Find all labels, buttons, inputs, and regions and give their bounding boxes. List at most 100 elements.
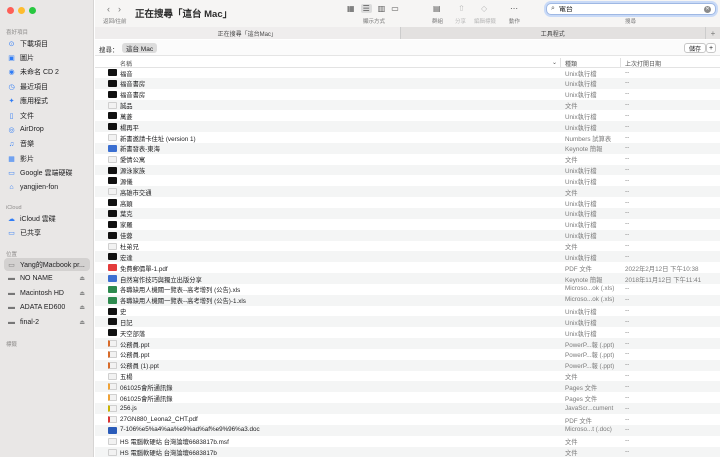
table-row[interactable]: 福音書房 Unix執行檔 --	[95, 77, 720, 89]
close-window-button[interactable]	[7, 7, 14, 14]
table-row[interactable]: 楊再平 Unix執行檔 --	[95, 121, 720, 133]
sidebar-item[interactable]: ▦ 影片	[4, 152, 90, 165]
file-name: 福音	[120, 70, 133, 78]
table-row[interactable]: 福音 Unix執行檔 --	[95, 67, 720, 78]
forward-arrow-icon[interactable]: ›	[118, 4, 129, 14]
table-row[interactable]: 五楊 文件 --	[95, 371, 720, 382]
sidebar-item[interactable]: ▬ ADATA ED600 ⏏	[4, 301, 90, 314]
sidebar-item[interactable]: ⌂ yangjien-fon	[4, 181, 90, 194]
file-date: --	[625, 317, 630, 325]
table-row[interactable]: 愛情公寓 文件 --	[95, 154, 720, 165]
table-row[interactable]: 新書發表-東海 Keynote 簡報 --	[95, 142, 720, 154]
sidebar-item[interactable]: ▬ final-2 ⏏	[4, 316, 90, 329]
table-row[interactable]: 史 Unix執行檔 --	[95, 306, 720, 317]
sidebar-item[interactable]: ▯ 文件	[4, 109, 90, 122]
file-icon	[108, 350, 117, 358]
file-kind: Unix執行檔	[565, 200, 597, 208]
file-date: --	[625, 220, 630, 228]
table-row[interactable]: 葉克 Unix執行檔 --	[95, 207, 720, 219]
file-icon	[108, 101, 117, 109]
file-kind: Pages 文件	[565, 384, 598, 392]
tags-button[interactable]: ◇	[481, 4, 487, 13]
file-kind: Microso...ok (.xls)	[565, 285, 615, 293]
table-row[interactable]: 自然寫作技巧與獨立出版分享 Keynote 簡報 2018年11月12日 下午11:…	[95, 273, 720, 284]
sidebar-item[interactable]: ▬ Macintosh HD ⏏	[4, 287, 90, 300]
table-row[interactable]: 源泳家族 Unix執行檔 --	[95, 164, 720, 176]
scope-this-mac-button[interactable]: 這台 Mac	[122, 43, 158, 53]
action-button[interactable]: ⋯	[510, 4, 518, 13]
file-icon	[108, 90, 117, 98]
table-row[interactable]: 福音書房 Unix執行檔 --	[95, 89, 720, 100]
file-date: 2018年11月12日 下午11:41	[625, 276, 702, 284]
back-arrow-icon[interactable]: ‹	[107, 4, 118, 14]
eject-icon[interactable]: ⏏	[79, 304, 85, 311]
add-criteria-button[interactable]: +	[706, 43, 716, 53]
table-row[interactable]: 源儀 Unix執行檔 --	[95, 175, 720, 186]
eject-icon[interactable]: ⏏	[79, 319, 85, 326]
sidebar-item[interactable]: ▬ NO NAME ⏏	[4, 272, 90, 285]
save-search-button[interactable]: 儲存	[684, 43, 707, 53]
tab-search[interactable]: 正在搜尋「這台Mac」	[95, 27, 401, 39]
sidebar-item[interactable]: ◉ 未命名 CD 2	[4, 66, 90, 79]
table-row[interactable]: 免費郵價單-1.pdf PDF 文件 2022年2月12日 下午10:38	[95, 262, 720, 273]
file-icon	[108, 340, 117, 348]
file-name: HS 電腦軟硬站 台灣論壇6683817b.msf	[120, 439, 229, 447]
sidebar-item[interactable]: ⊙ 下載項目	[4, 37, 90, 50]
table-row[interactable]: 各職缺用人機關一覽表--高考增列 (公告).xls Microso...ok (.…	[95, 284, 720, 295]
sidebar-item[interactable]: ☁ iCloud 雲碟	[4, 212, 90, 225]
table-row[interactable]: 高穎 Unix執行檔 --	[95, 197, 720, 208]
sidebar-item[interactable]: ◷ 最近項目	[4, 80, 90, 93]
sidebar-item[interactable]: ✦ 應用程式	[4, 95, 90, 108]
new-tab-icon[interactable]: +	[706, 27, 720, 39]
table-row[interactable]: 天空部落 Unix執行檔 --	[95, 327, 720, 338]
table-row[interactable]: 061025會所通訊錄 Pages 文件 --	[95, 381, 720, 393]
zoom-window-button[interactable]	[29, 7, 36, 14]
table-row[interactable]: 新書邀請卡住址 (version 1) Numbers 試算表 --	[95, 132, 720, 143]
recents-icon: ◷	[8, 83, 15, 91]
sidebar-item[interactable]: ▭ 已共享	[4, 226, 90, 239]
table-row[interactable]: HS 電腦軟硬站 台灣論壇6683817b 文件 --	[95, 446, 720, 457]
list-view-icon[interactable]: ☰	[360, 4, 372, 13]
search-scope-bar: 搜尋： 這台 Mac 儲存 +	[95, 40, 720, 56]
eject-icon[interactable]: ⏏	[79, 290, 85, 297]
file-date: --	[625, 404, 630, 412]
table-row[interactable]: 27GN880_Leona2_CHT.pdf PDF 文件 --	[95, 414, 720, 425]
sidebar: 喜好項目 ⊙ 下載項目 ▣ 圖片 ◉ 未命名 CD 2 ◷ 最近項目 ✦ 應用程式 ▯ 文件 ◎ AirD…	[0, 0, 94, 457]
table-row[interactable]: 日記 Unix執行檔 --	[95, 316, 720, 328]
table-row[interactable]: 061025會所通訊錄 Pages 文件 --	[95, 392, 720, 403]
sort-chevron-icon[interactable]: ⌄	[552, 59, 557, 66]
table-row[interactable]: 杜弟兄 文件 --	[95, 241, 720, 252]
search-field[interactable]: ⌕ ✕	[546, 3, 716, 15]
table-row[interactable]: 誠品 文件 --	[95, 99, 720, 111]
share-button[interactable]: ⇧	[458, 4, 465, 13]
sidebar-item[interactable]: ▣ 圖片	[4, 51, 90, 64]
table-row[interactable]: 家羅 Unix執行檔 --	[95, 219, 720, 230]
clear-search-icon[interactable]: ✕	[704, 5, 711, 13]
table-row[interactable]: 公務員.ppt PowerP...報 (.ppt) --	[95, 338, 720, 349]
table-row[interactable]: 7-106%e5%a4%aa%e9%ad%af%e9%96%a3.doc Micr…	[95, 424, 720, 436]
file-kind: Unix執行檔	[565, 309, 597, 317]
table-row[interactable]: 公務員 (1).ppt PowerP...報 (.ppt) --	[95, 359, 720, 371]
icon-view-icon[interactable]: ▦	[347, 4, 355, 13]
table-row[interactable]: 各職缺用人機關一覽表--高考增列 (公告)-1.xls Microso...ok …	[95, 294, 720, 306]
sidebar-item[interactable]: ♫ 音樂	[4, 138, 90, 151]
eject-icon[interactable]: ⏏	[79, 275, 85, 282]
table-row[interactable]: 256.js JavaScr...cument --	[95, 403, 720, 414]
group-button[interactable]: ▤	[433, 4, 441, 13]
table-row[interactable]: 宏達 Unix執行檔 --	[95, 251, 720, 263]
column-separator[interactable]	[560, 58, 561, 67]
column-separator[interactable]	[620, 58, 621, 67]
sidebar-item[interactable]: ▭ Google 雲端硬碟	[4, 167, 90, 180]
tab-utilities[interactable]: 工具程式	[401, 27, 706, 39]
search-input[interactable]	[558, 5, 704, 13]
sidebar-item[interactable]: ◎ AirDrop	[4, 123, 90, 136]
table-row[interactable]: 萬菱 Unix執行檔 --	[95, 110, 720, 121]
sidebar-item[interactable]: ▭ Yang的Macbook pr...	[4, 258, 90, 271]
table-row[interactable]: 公務員.ppt PowerP...報 (.ppt) --	[95, 349, 720, 360]
column-view-icon[interactable]: ▥	[378, 4, 386, 13]
minimize-window-button[interactable]	[18, 7, 25, 14]
table-row[interactable]: 高雄市交通 文件 --	[95, 186, 720, 198]
table-row[interactable]: HS 電腦軟硬站 台灣論壇6683817b.msf 文件 --	[95, 436, 720, 447]
table-row[interactable]: 佳蓉 Unix執行檔 --	[95, 229, 720, 241]
gallery-view-icon[interactable]: ▭	[391, 4, 399, 13]
